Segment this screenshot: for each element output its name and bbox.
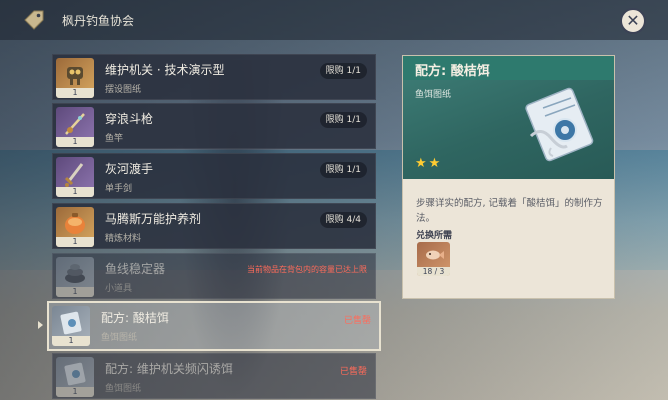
- item-category: 鱼饵图纸: [101, 333, 138, 343]
- sword-icon: 1: [56, 157, 94, 197]
- item-quantity: 1: [56, 287, 94, 297]
- purchase-limit-badge: 限购 1/1: [319, 63, 367, 79]
- shop-item-1[interactable]: 1 穿浪斗枪 鱼竿 限购 1/1: [52, 103, 376, 149]
- shop-tag-icon: [24, 10, 44, 30]
- recipe-icon: 1: [52, 306, 90, 346]
- item-quantity: 1: [56, 187, 94, 197]
- requirement-quantity: 18 / 3: [417, 267, 450, 276]
- item-quantity: 1: [56, 387, 94, 397]
- recipe-icon: 1: [56, 357, 94, 397]
- rarity-stars: ★★: [415, 156, 443, 171]
- detail-title-bar: 配方: 酸桔饵: [403, 56, 614, 80]
- item-category: 单手剑: [105, 184, 133, 194]
- close-icon: ✕: [626, 11, 640, 30]
- shop-item-4[interactable]: 1 鱼线稳定器 小道具 当前物品在背包内的容量已达上限: [52, 253, 376, 299]
- item-name: 穿浪斗枪: [105, 112, 154, 126]
- top-bar: 枫丹钓鱼协会 ✕: [0, 0, 668, 40]
- item-detail-panel: 配方: 酸桔饵 鱼饵图纸 ★★ 步骤详实的配方, 记载着「酸桔饵」的制作方法。 …: [402, 55, 615, 299]
- line-stabilizer-icon: 1: [56, 257, 94, 297]
- item-category: 摆设图纸: [105, 85, 142, 95]
- fish-icon: [426, 250, 444, 260]
- item-name: 鱼线稳定器: [105, 262, 166, 276]
- item-name: 配方: 维护机关频闪诱饵: [105, 362, 233, 376]
- item-name: 配方: 酸桔饵: [101, 311, 169, 325]
- potion-icon: 1: [56, 207, 94, 247]
- detail-title: 配方: 酸桔饵: [415, 64, 490, 79]
- requirement-label: 兑换所需: [416, 231, 453, 241]
- purchase-limit-badge: 限购 1/1: [319, 112, 367, 128]
- item-category: 小道具: [105, 284, 133, 294]
- item-quantity: 1: [56, 88, 94, 98]
- item-category: 精炼材料: [105, 234, 142, 244]
- shop-item-2[interactable]: 1 灰河渡手 单手剑 限购 1/1: [52, 153, 376, 199]
- selection-indicator-icon: [38, 321, 43, 329]
- close-button[interactable]: ✕: [620, 8, 646, 34]
- item-category: 鱼饵图纸: [105, 384, 142, 394]
- detail-item-type: 鱼饵图纸: [415, 90, 452, 100]
- shop-item-6[interactable]: 1 配方: 维护机关频闪诱饵 鱼饵图纸 已售罄: [52, 353, 376, 399]
- item-quantity: 1: [56, 237, 94, 247]
- detail-description: 步骤详实的配方, 记载着「酸桔饵」的制作方法。: [416, 198, 603, 224]
- item-category: 鱼竿: [105, 134, 124, 144]
- item-name: 马腾斯万能护养剂: [105, 212, 202, 226]
- requirement-item[interactable]: 18 / 3: [417, 242, 450, 276]
- item-name: 维护机关 · 技术演示型: [105, 63, 225, 77]
- recipe-scroll-icon: [525, 87, 594, 162]
- shop-item-5[interactable]: 1 配方: 酸桔饵 鱼饵图纸 已售罄: [47, 301, 381, 351]
- sold-out-label: 已售罄: [343, 316, 371, 326]
- fishing-rod-icon: 1: [56, 107, 94, 147]
- item-name: 灰河渡手: [105, 162, 154, 176]
- item-quantity: 1: [56, 137, 94, 147]
- purchase-limit-badge: 限购 1/1: [319, 162, 367, 178]
- item-quantity: 1: [52, 336, 90, 346]
- shop-title: 枫丹钓鱼协会: [62, 14, 135, 28]
- shop-item-3[interactable]: 1 马腾斯万能护养剂 精炼材料 限购 4/4: [52, 203, 376, 249]
- purchase-limit-badge: 限购 4/4: [319, 212, 367, 228]
- capacity-warning: 当前物品在背包内的容量已达上限: [247, 265, 367, 274]
- automaton-icon: 1: [56, 58, 94, 98]
- shop-item-0[interactable]: 1 维护机关 · 技术演示型 摆设图纸 限购 1/1: [52, 54, 376, 100]
- sold-out-label: 已售罄: [339, 367, 367, 377]
